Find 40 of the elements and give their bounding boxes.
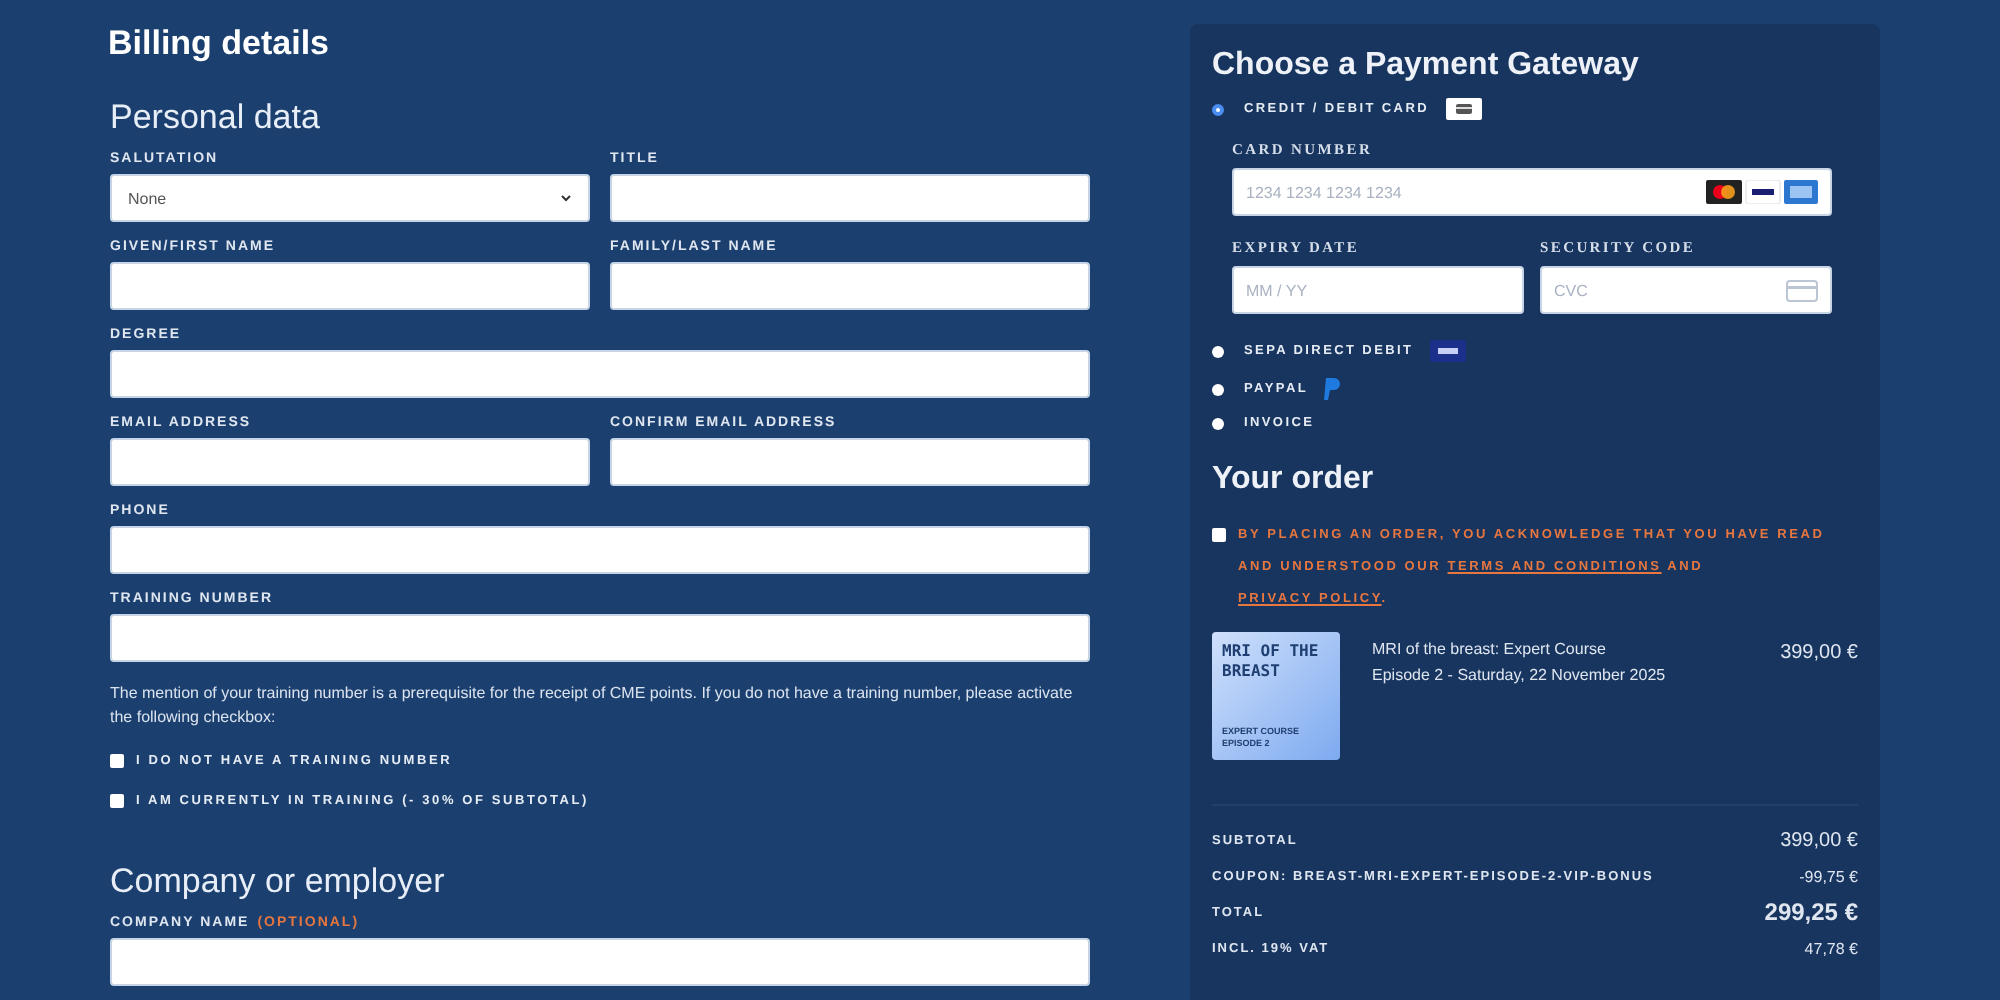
checkbox[interactable]: [110, 754, 124, 768]
salutation-select[interactable]: None: [110, 174, 590, 222]
chevron-down-icon: [560, 194, 572, 202]
cvc-field[interactable]: CVC: [1540, 266, 1832, 314]
radio-button[interactable]: [1212, 345, 1224, 357]
training-note: The mention of your training number is a prerequisite for the receipt of CME points. If you do not have a training number, please activate the following checkbox:: [110, 682, 1075, 730]
item-name: MRI of the breast: Expert Course: [1372, 640, 1608, 658]
input-field[interactable]: [610, 262, 1090, 310]
input-field[interactable]: [110, 938, 1090, 986]
paypal-icon: [1324, 378, 1341, 400]
expiry-field[interactable]: MM / YY: [1232, 266, 1524, 314]
checkbox[interactable]: [110, 794, 124, 808]
input-field[interactable]: [110, 262, 590, 310]
radio-button[interactable]: [1212, 103, 1224, 115]
item-price: 399,00 €: [1780, 640, 1858, 664]
section-heading: Personal data: [110, 98, 322, 138]
input-field[interactable]: [610, 438, 1090, 486]
checkbox[interactable]: [1212, 528, 1226, 542]
input-field[interactable]: [110, 438, 590, 486]
panel-title: Choose a Payment Gateway: [1212, 48, 1641, 84]
input-field[interactable]: [110, 350, 1090, 398]
item-detail: Episode 2 - Saturday, 22 November 2025: [1372, 666, 1668, 684]
cover-title: MRI OF THE BREAST: [1222, 642, 1321, 682]
radio-button[interactable]: [1212, 417, 1224, 429]
total-value: -99,75 €: [1799, 867, 1858, 885]
section-heading: Your order: [1212, 462, 1376, 498]
page-title: Billing details: [108, 24, 332, 64]
bank-icon: [1429, 340, 1466, 362]
card-icon: [1445, 98, 1481, 120]
total-value: 299,25 €: [1764, 898, 1858, 926]
input-field[interactable]: [110, 526, 1090, 574]
card-icon: [1786, 279, 1818, 301]
total-value: 47,78 €: [1804, 939, 1858, 957]
section-heading: Company or employer: [110, 862, 447, 902]
card-brands-icon: [1706, 180, 1818, 204]
card-number-field[interactable]: 1234 1234 1234 1234: [1232, 168, 1832, 216]
radio-button[interactable]: [1212, 383, 1224, 395]
input-field[interactable]: [610, 174, 1090, 222]
input-field[interactable]: [110, 614, 1090, 662]
total-value: 399,00 €: [1780, 829, 1858, 851]
